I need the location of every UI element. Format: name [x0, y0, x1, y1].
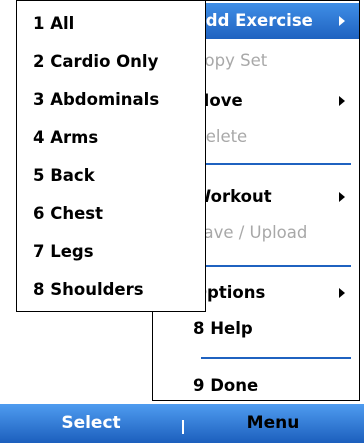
submenu-arrow-icon: [339, 288, 345, 298]
submenu-item-cardio-only[interactable]: 2 Cardio Only: [17, 43, 205, 81]
submenu-arrow-icon: [339, 192, 345, 202]
submenu-item-label: 5 Back: [33, 166, 95, 185]
submenu-item-all[interactable]: 1 All: [17, 5, 205, 43]
menu-item-done[interactable]: 9 Done: [153, 368, 359, 404]
submenu-item-label: 8 Shoulders: [33, 280, 144, 299]
submenu-item-legs[interactable]: 7 Legs: [17, 233, 205, 271]
menu-item-label: 9 Done: [193, 376, 259, 395]
submenu-item-abdominals[interactable]: 3 Abdominals: [17, 81, 205, 119]
menu-item-label: Add Exercise: [193, 11, 313, 30]
add-exercise-submenu: 1 All 2 Cardio Only 3 Abdominals 4 Arms …: [16, 0, 206, 312]
submenu-item-chest[interactable]: 6 Chest: [17, 195, 205, 233]
submenu-item-label: 7 Legs: [33, 242, 94, 261]
menu-item-label: Save / Upload: [193, 223, 308, 242]
submenu-item-arms[interactable]: 4 Arms: [17, 119, 205, 157]
submenu-item-back[interactable]: 5 Back: [17, 157, 205, 195]
select-softkey[interactable]: Select: [0, 404, 182, 443]
submenu-item-label: 1 All: [33, 14, 75, 33]
menu-separator: [201, 265, 351, 267]
menu-item-label: 8 Help: [193, 319, 253, 338]
menu-separator: [201, 357, 351, 359]
menu-softkey[interactable]: Menu: [182, 404, 364, 443]
submenu-arrow-icon: [339, 16, 345, 26]
submenu-item-label: 2 Cardio Only: [33, 52, 159, 71]
softkey-bar: Select Menu: [0, 404, 364, 443]
menu-item-help[interactable]: 8 Help: [153, 311, 359, 347]
menu-separator: [201, 163, 351, 165]
submenu-item-label: 3 Abdominals: [33, 90, 160, 109]
submenu-item-shoulders[interactable]: 8 Shoulders: [17, 271, 205, 309]
submenu-item-label: 4 Arms: [33, 128, 99, 147]
submenu-item-label: 6 Chest: [33, 204, 103, 223]
submenu-arrow-icon: [339, 96, 345, 106]
